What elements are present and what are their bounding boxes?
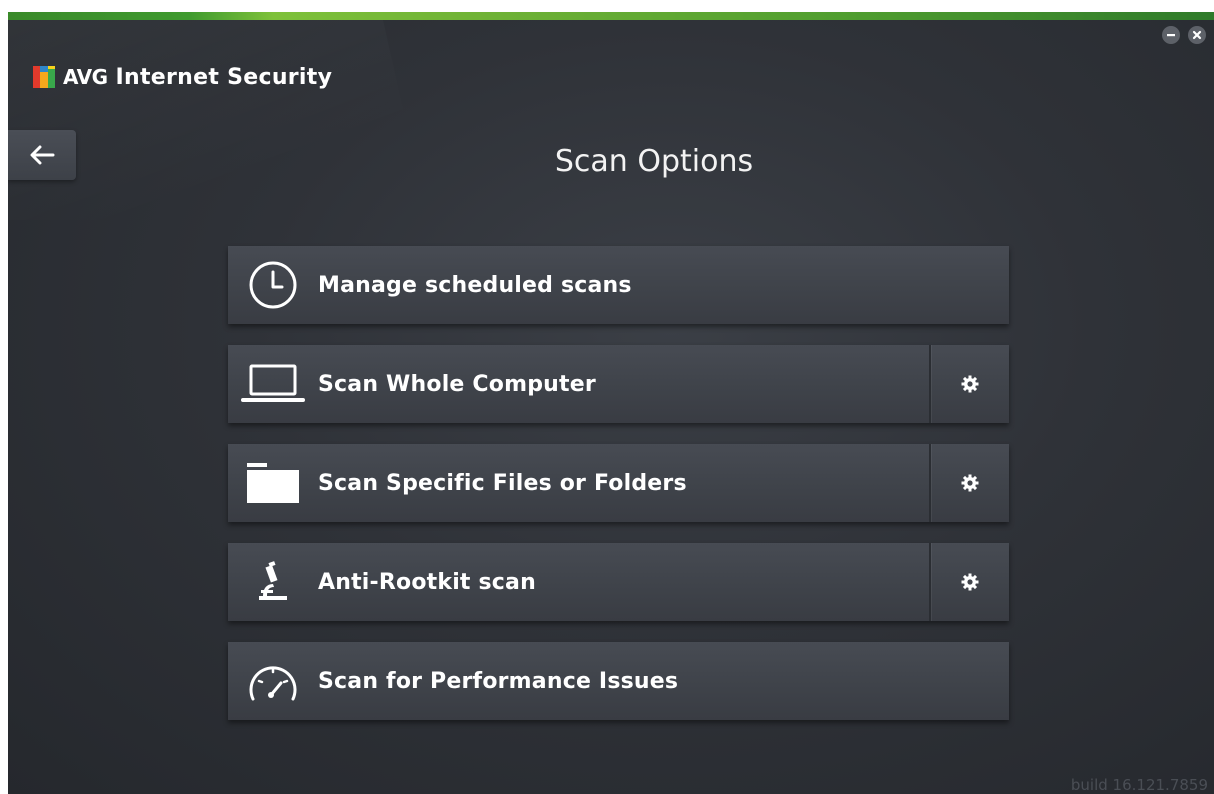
app-window: AVG Internet Security Scan Options Manag…	[8, 12, 1214, 794]
laptop-icon	[241, 364, 305, 402]
scan-specific-files-button[interactable]: Scan Specific Files or Folders	[228, 444, 1009, 522]
menu-item-label: Anti-Rootkit scan	[318, 569, 536, 595]
gear-icon	[961, 573, 979, 591]
clock-icon	[249, 261, 297, 309]
menu-item-main[interactable]: Anti-Rootkit scan	[228, 543, 929, 621]
minus-icon	[1167, 34, 1175, 37]
product-name: Internet Security	[115, 64, 333, 90]
menu-item-main[interactable]: Scan Whole Computer	[228, 345, 929, 423]
scan-options-menu: Manage scheduled scans Scan Whole Comput…	[228, 246, 1009, 741]
menu-item-label: Scan for Performance Issues	[318, 668, 679, 694]
app-header: AVG Internet Security	[33, 60, 332, 94]
microscope-icon	[259, 561, 287, 600]
build-version: build 16.121.7859	[1070, 776, 1208, 794]
scan-specific-files-settings-button[interactable]	[929, 444, 1009, 522]
window-controls	[1162, 26, 1206, 44]
anti-rootkit-settings-button[interactable]	[929, 543, 1009, 621]
close-button[interactable]	[1188, 26, 1206, 44]
menu-item-main[interactable]: Manage scheduled scans	[228, 246, 1009, 324]
menu-item-main[interactable]: Scan Specific Files or Folders	[228, 444, 929, 522]
minimize-button[interactable]	[1162, 26, 1180, 44]
scan-whole-computer-settings-button[interactable]	[929, 345, 1009, 423]
manage-scheduled-scans-button[interactable]: Manage scheduled scans	[228, 246, 1009, 324]
folder-icon	[247, 463, 299, 503]
scan-whole-computer-button[interactable]: Scan Whole Computer	[228, 345, 1009, 423]
page-title: Scan Options	[554, 144, 754, 179]
menu-item-label: Scan Whole Computer	[318, 371, 596, 397]
scan-performance-issues-button[interactable]: Scan for Performance Issues	[228, 642, 1009, 720]
top-accent-stripe	[8, 12, 1214, 20]
anti-rootkit-scan-button[interactable]: Anti-Rootkit scan	[228, 543, 1009, 621]
gear-icon	[961, 474, 979, 492]
speedometer-icon	[249, 666, 297, 701]
gear-icon	[961, 375, 979, 393]
header-wedge	[8, 20, 428, 220]
menu-item-label: Manage scheduled scans	[318, 272, 632, 298]
menu-item-label: Scan Specific Files or Folders	[318, 470, 687, 496]
brand-name: AVG	[63, 65, 108, 89]
avg-logo-icon	[33, 66, 55, 88]
menu-item-main[interactable]: Scan for Performance Issues	[228, 642, 1009, 720]
close-icon	[1192, 30, 1202, 40]
